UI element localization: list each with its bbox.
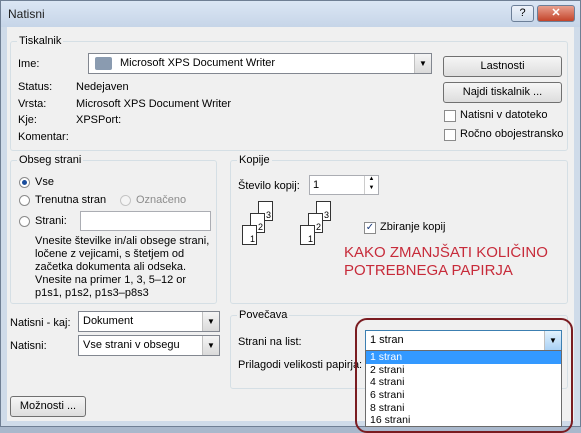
range-current-radio[interactable] bbox=[19, 195, 30, 206]
print-which-label: Natisni: bbox=[10, 340, 47, 352]
print-what-label: Natisni - kaj: bbox=[10, 317, 71, 329]
copies-count-value: 1 bbox=[313, 179, 320, 191]
highlight-box bbox=[355, 318, 573, 433]
range-selection-radio[interactable] bbox=[120, 195, 131, 206]
range-all-radio[interactable] bbox=[19, 177, 30, 188]
manual-duplex-label: Ročno obojestransko bbox=[460, 128, 564, 140]
close-button[interactable]: ✕ bbox=[537, 5, 575, 22]
spin-up-icon[interactable]: ▲ bbox=[364, 176, 378, 185]
page-range-group-label: Obseg strani bbox=[17, 154, 84, 166]
copies-count-input[interactable]: 1 ▲ ▼ bbox=[309, 175, 379, 195]
title-bar: Natisni ? ✕ bbox=[1, 1, 580, 27]
printer-name-value: Microsoft XPS Document Writer bbox=[120, 57, 276, 69]
printer-name-label: Ime: bbox=[18, 58, 40, 70]
chevron-down-icon: ▼ bbox=[414, 54, 431, 73]
pages-per-sheet-label: Strani na list: bbox=[238, 336, 302, 348]
where-value: XPSPort: bbox=[76, 114, 122, 126]
range-pages-label: Strani: bbox=[35, 215, 67, 227]
range-hint: Vnesite številke in/ali obsege strani, l… bbox=[35, 235, 210, 299]
status-label: Status: bbox=[18, 81, 53, 93]
print-to-file-label: Natisni v datoteko bbox=[460, 109, 548, 121]
range-pages-radio[interactable] bbox=[19, 216, 30, 227]
range-selection-label: Označeno bbox=[136, 194, 187, 206]
collated-pages-icon: 3 2 1 bbox=[296, 201, 341, 251]
range-current-label: Trenutna stran bbox=[35, 194, 107, 206]
print-to-file-checkbox[interactable] bbox=[444, 110, 456, 122]
collate-label: Zbiranje kopij bbox=[380, 221, 446, 233]
print-what-select[interactable]: Dokument ▼ bbox=[78, 311, 220, 332]
copies-group-label: Kopije bbox=[237, 154, 272, 166]
print-which-value: Vse strani v obsegu bbox=[83, 339, 180, 351]
printer-icon bbox=[95, 57, 112, 70]
comment-label: Komentar: bbox=[18, 131, 69, 143]
zoom-group-label: Povečava bbox=[237, 309, 290, 321]
status-value: Nedejaven bbox=[76, 81, 129, 93]
annotation-text: KAKO ZMANJŠATI KOLIČINO POTREBNEGA PAPIR… bbox=[344, 244, 548, 279]
chevron-down-icon: ▼ bbox=[202, 336, 219, 355]
range-all-label: Vse bbox=[35, 176, 54, 188]
printer-group-label: Tiskalnik bbox=[17, 35, 64, 47]
find-printer-button[interactable]: Najdi tiskalnik ... bbox=[443, 82, 562, 103]
scale-to-paper-label: Prilagodi velikosti papirja: bbox=[238, 359, 363, 371]
printer-name-select[interactable]: Microsoft XPS Document Writer ▼ bbox=[88, 53, 432, 74]
uncollated-pages-icon: 3 2 1 bbox=[238, 201, 283, 251]
properties-button[interactable]: Lastnosti bbox=[443, 56, 562, 77]
spin-down-icon[interactable]: ▼ bbox=[364, 185, 378, 194]
collate-checkbox[interactable]: ✓ bbox=[364, 222, 376, 234]
print-what-value: Dokument bbox=[83, 315, 134, 327]
type-value: Microsoft XPS Document Writer bbox=[76, 98, 232, 110]
manual-duplex-checkbox[interactable] bbox=[444, 129, 456, 141]
window-title: Natisni bbox=[8, 7, 45, 21]
type-label: Vrsta: bbox=[18, 98, 47, 110]
options-button[interactable]: Možnosti ... bbox=[10, 396, 86, 417]
chevron-down-icon: ▼ bbox=[202, 312, 219, 331]
where-label: Kje: bbox=[18, 114, 37, 126]
copies-count-label: Število kopij: bbox=[238, 180, 300, 192]
pages-input[interactable] bbox=[80, 211, 211, 231]
help-button[interactable]: ? bbox=[511, 5, 534, 22]
print-which-select[interactable]: Vse strani v obsegu ▼ bbox=[78, 335, 220, 356]
